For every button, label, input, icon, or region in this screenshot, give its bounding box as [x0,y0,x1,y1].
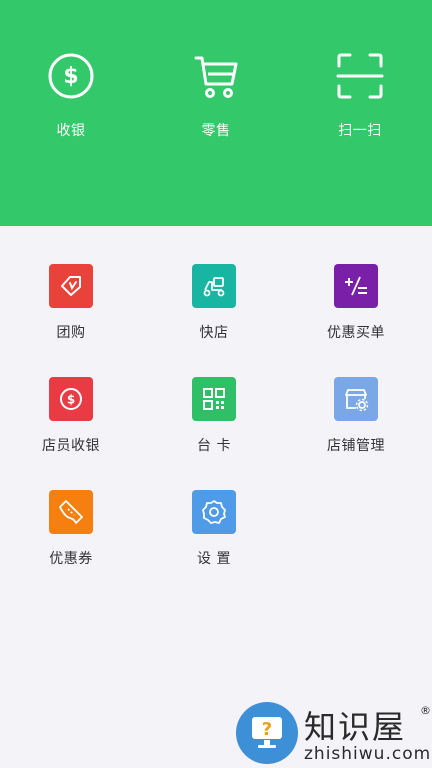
scan-label: 扫一扫 [338,123,382,139]
coupon-icon-box [49,490,93,534]
store-management-tile[interactable]: 店铺管理 [301,377,411,455]
watermark-registered: ® [420,704,431,717]
gear-icon [202,500,226,524]
scan-action[interactable]: 扫一扫 [300,52,420,140]
scan-icon [336,53,384,99]
coupon-label: 优惠券 [49,551,93,567]
discount-pay-tile[interactable]: 优惠买单 [301,264,411,342]
qr-code-icon [203,388,225,410]
svg-text:$: $ [63,64,78,89]
watermark-url: zhishiwu.com [304,744,432,764]
quick-store-icon-box [192,264,236,308]
staff-checkout-tile[interactable]: $ 店员收银 [16,377,126,455]
dollar-circle-icon: $ [48,53,94,99]
tag-icon [61,276,81,296]
checkout-label: 收银 [56,123,86,139]
group-buy-icon-box [49,264,93,308]
settings-icon-box [192,490,236,534]
watermark-logo: ? [236,702,298,764]
discount-pay-label: 优惠买单 [327,325,385,341]
watermark-title: 知识屋 [304,708,407,746]
svg-text:$: $ [67,393,75,407]
settings-label: 设 置 [197,551,231,567]
cart-icon [194,56,238,98]
group-buy-label: 团购 [56,325,86,341]
store-management-icon-box [334,377,378,421]
svg-text:?: ? [262,719,272,740]
group-buy-tile[interactable]: 团购 [16,264,126,342]
checkout-action[interactable]: $ 收银 [11,52,131,140]
scooter-icon [203,277,225,297]
staff-checkout-label: 店员收银 [42,438,100,454]
settings-tile[interactable]: 设 置 [159,490,269,568]
quick-store-label: 快店 [199,325,229,341]
quick-store-tile[interactable]: 快店 [159,264,269,342]
dollar-circle-icon: $ [60,388,82,410]
store-management-label: 店铺管理 [327,438,385,454]
plus-minus-icon [345,276,367,296]
watermark: ? 知识屋 ® zhishiwu.com [232,700,432,768]
discount-pay-icon-box [334,264,378,308]
header-banner: $ 收银 零售 扫一扫 [0,0,432,226]
table-card-icon-box [192,377,236,421]
store-settings-icon [345,389,369,412]
coupon-tile[interactable]: 优惠券 [16,490,126,568]
table-card-label: 台 卡 [197,438,231,454]
retail-action[interactable]: 零售 [156,52,276,140]
table-card-tile[interactable]: 台 卡 [159,377,269,455]
retail-label: 零售 [201,123,231,139]
staff-checkout-icon-box: $ [49,377,93,421]
ticket-icon [59,500,83,524]
monitor-question-icon: ? [252,717,282,748]
